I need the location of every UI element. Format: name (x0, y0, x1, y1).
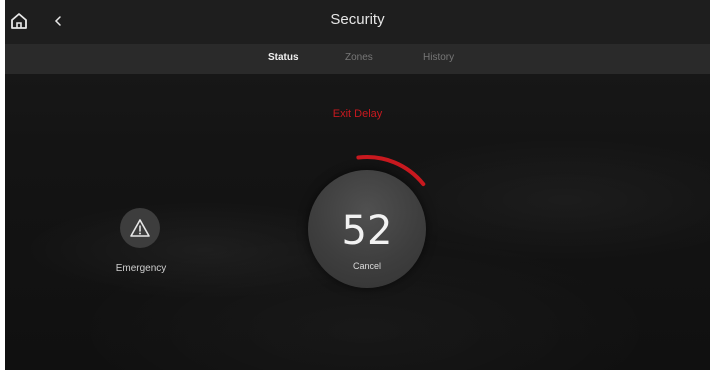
security-screen: Security Status Zones History Exit Delay… (5, 0, 710, 370)
tab-zones[interactable]: Zones (345, 52, 373, 63)
page-title: Security (330, 11, 385, 28)
tab-status[interactable]: Status (268, 52, 299, 63)
emergency-label[interactable]: Emergency (101, 263, 181, 274)
countdown-value: 52 (341, 208, 393, 254)
cancel-button[interactable]: Cancel (308, 261, 426, 271)
tab-bar: Status Zones History (5, 44, 710, 74)
tab-history[interactable]: History (423, 52, 454, 63)
countdown-dial[interactable]: 52 Cancel (308, 170, 426, 288)
warning-icon (130, 219, 150, 237)
top-bar: Security (5, 0, 710, 44)
exit-delay-status: Exit Delay (332, 108, 383, 120)
emergency-button[interactable] (120, 208, 160, 248)
